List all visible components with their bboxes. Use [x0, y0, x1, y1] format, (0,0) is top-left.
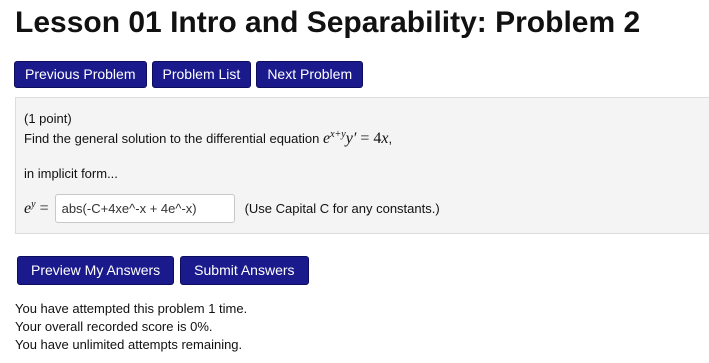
remaining-text: You have unlimited attempts remaining. [15, 337, 243, 352]
problem-list-button[interactable]: Problem List [151, 61, 252, 88]
prompt-text: Find the general solution to the differe… [24, 131, 320, 146]
preview-answers-button[interactable]: Preview My Answers [17, 256, 175, 285]
eq-equals: = [360, 130, 370, 147]
next-problem-button[interactable]: Next Problem [256, 61, 364, 88]
page-title: Lesson 01 Intro and Separability: Proble… [15, 6, 641, 39]
answer-lhs-equals: = [39, 200, 49, 217]
problem-navigation: Previous Problem Problem List Next Probl… [14, 61, 364, 88]
answer-lhs-exponent: y [31, 199, 36, 210]
attempts-text: You have attempted this problem 1 time. [15, 301, 248, 316]
answer-row: ey = (Use Capital C for any constants.) [24, 194, 440, 223]
answer-lhs: ey = [24, 199, 49, 218]
problem-points: (1 point) [24, 111, 72, 126]
previous-problem-button[interactable]: Previous Problem [14, 61, 147, 88]
implicit-form-text: in implicit form... [24, 166, 118, 181]
answer-input[interactable] [54, 194, 235, 223]
eq-trailing: , [388, 131, 393, 146]
problem-panel: (1 point) Find the general solution to t… [15, 97, 709, 234]
problem-prompt: Find the general solution to the differe… [24, 127, 392, 147]
eq-exponent: x+y [330, 129, 346, 140]
answer-hint: (Use Capital C for any constants.) [244, 201, 440, 216]
differential-equation: ex+yy′ = 4x [323, 129, 388, 147]
attempt-status: You have attempted this problem 1 time. … [15, 300, 247, 354]
submit-answers-button[interactable]: Submit Answers [180, 256, 309, 285]
score-text: Your overall recorded score is 0%. [15, 319, 213, 334]
eq-y-prime: y′ [345, 130, 357, 147]
answer-actions: Preview My Answers Submit Answers [17, 256, 309, 285]
